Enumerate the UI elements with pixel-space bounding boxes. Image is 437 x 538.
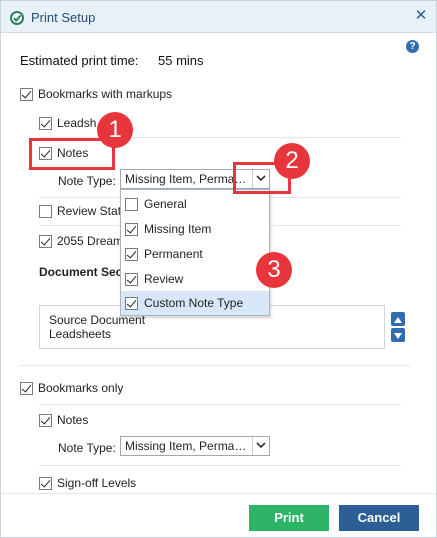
note-type-value: Missing Item, Perma… [125, 172, 247, 186]
leadsheets-label: Leadsh [57, 116, 97, 130]
note-type-option-review[interactable]: Review [121, 267, 269, 291]
general-label: General [144, 197, 187, 211]
callout-badge-1: 1 [97, 112, 133, 148]
permanent-label: Permanent [144, 247, 203, 261]
app-logo-icon [10, 11, 24, 25]
review-checkbox[interactable] [125, 272, 138, 286]
custom-note-type-checkbox[interactable] [125, 296, 138, 310]
title-bar: Print Setup ✕ [1, 1, 436, 33]
bookmarks-only-option[interactable]: Bookmarks only [20, 380, 123, 396]
close-icon[interactable]: ✕ [412, 7, 430, 25]
signoff-levels-checkbox[interactable] [39, 476, 52, 490]
document-section-label: Document Sec [39, 265, 123, 279]
estimated-time-label: Estimated print time: [20, 53, 139, 68]
bookmarks-only-notes-label: Notes [57, 413, 89, 427]
bookmarks-only-note-type-value: Missing Item, Perma… [125, 439, 247, 453]
leadsheets-checkbox[interactable] [39, 116, 52, 130]
divider [39, 465, 401, 466]
dialog-title: Print Setup [31, 10, 96, 25]
arrow-down-icon [394, 333, 402, 339]
missing-item-checkbox[interactable] [125, 222, 138, 236]
dream-label: 2055 Dream [57, 234, 124, 248]
review-status-checkbox[interactable] [39, 204, 52, 218]
move-down-button[interactable] [391, 328, 405, 342]
custom-note-type-label: Custom Note Type [144, 296, 244, 310]
note-type-option-missing-item[interactable]: Missing Item [121, 217, 269, 241]
bookmarks-only-label: Bookmarks only [38, 381, 124, 395]
signoff-levels-option[interactable]: Sign-off Levels [39, 475, 136, 491]
arrow-up-icon [394, 317, 402, 323]
general-checkbox[interactable] [125, 197, 138, 211]
dialog-footer: Print Cancel [1, 493, 436, 537]
bookmarks-with-markups-checkbox[interactable] [20, 87, 33, 101]
bookmarks-with-markups-label: Bookmarks with markups [38, 87, 173, 101]
review-status-label: Review Stat [57, 204, 122, 218]
permanent-checkbox[interactable] [125, 247, 138, 261]
print-button[interactable]: Print [249, 505, 329, 531]
note-type-option-custom[interactable]: Custom Note Type [121, 291, 269, 315]
move-up-button[interactable] [391, 312, 405, 326]
note-type-option-permanent[interactable]: Permanent [121, 242, 269, 266]
dream-option[interactable]: 2055 Dream [39, 233, 123, 249]
missing-item-label: Missing Item [144, 222, 212, 236]
dream-checkbox[interactable] [39, 234, 52, 248]
bookmarks-only-checkbox[interactable] [20, 381, 33, 395]
callout-badge-3: 3 [256, 252, 292, 288]
estimated-time-value: 55 mins [158, 53, 204, 68]
signoff-levels-label: Sign-off Levels [57, 476, 137, 490]
bookmarks-with-markups-option[interactable]: Bookmarks with markups [20, 86, 172, 102]
cancel-button[interactable]: Cancel [339, 505, 419, 531]
bookmarks-only-note-type-select[interactable]: Missing Item, Perma… [120, 436, 270, 456]
note-type-label: Note Type: [58, 174, 116, 188]
document-item[interactable]: Leadsheets [49, 327, 384, 341]
note-type-dropdown-list: General Missing Item Permanent Review Cu… [120, 189, 270, 316]
bookmarks-only-note-type-label: Note Type: [58, 441, 116, 455]
chevron-down-icon[interactable] [252, 437, 269, 455]
note-type-option-general[interactable]: General [121, 192, 269, 216]
help-icon[interactable]: ? [406, 40, 419, 53]
callout-badge-2: 2 [274, 143, 310, 179]
divider [20, 365, 410, 366]
bookmarks-only-notes-checkbox[interactable] [39, 413, 52, 427]
review-status-option[interactable]: Review Stat [39, 203, 121, 219]
bookmarks-only-notes-option[interactable]: Notes [39, 412, 88, 428]
print-setup-dialog: Print Setup ✕ ? Estimated print time: 55… [0, 0, 437, 538]
review-label: Review [144, 272, 184, 286]
leadsheets-option[interactable]: Leadsh [39, 115, 96, 131]
divider [39, 404, 401, 405]
